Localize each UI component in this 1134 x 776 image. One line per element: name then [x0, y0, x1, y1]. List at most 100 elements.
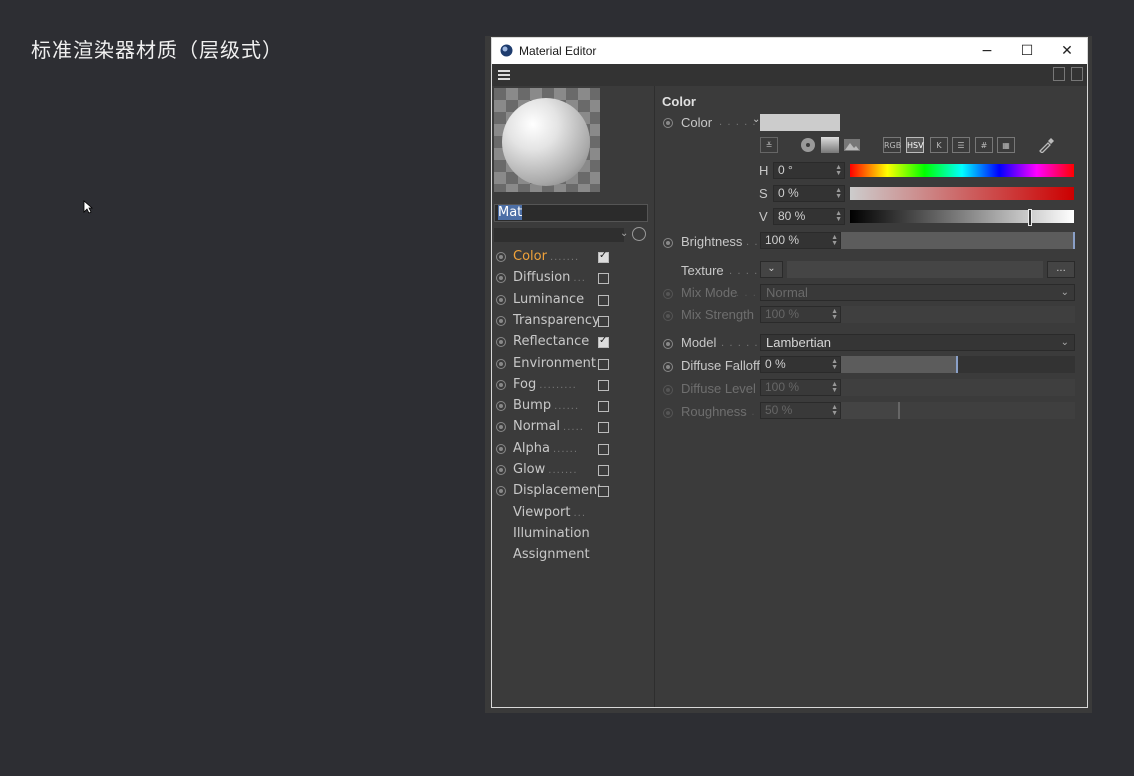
- channel-item[interactable]: Environment: [492, 355, 654, 376]
- texture-menu-button[interactable]: ⌄: [760, 261, 783, 278]
- hamburger-menu-icon[interactable]: [498, 69, 510, 80]
- channel-item[interactable]: Alpha......: [492, 440, 654, 461]
- channel-checkbox[interactable]: [598, 335, 609, 349]
- value-field[interactable]: 80 % ▲ ▼: [773, 208, 845, 225]
- channel-checkbox[interactable]: [598, 358, 609, 370]
- channel-checkbox[interactable]: [598, 486, 609, 498]
- channel-item[interactable]: Glow.......: [492, 461, 654, 482]
- channel-checkbox[interactable]: [598, 379, 609, 391]
- mix-mode-animate-radio: [663, 289, 673, 299]
- chevron-down-icon[interactable]: ⌄: [620, 228, 628, 239]
- channel-animate-radio[interactable]: [496, 422, 506, 433]
- channel-checkbox[interactable]: [598, 401, 609, 413]
- channel-label: Color: [513, 249, 547, 264]
- menu-bar: [492, 64, 1087, 86]
- channel-item[interactable]: Assignment: [492, 546, 654, 567]
- label-dots: . . .: [736, 288, 757, 299]
- brightness-slider[interactable]: [841, 232, 1075, 249]
- model-dropdown[interactable]: Lambertian ⌄: [760, 334, 1075, 351]
- diffuse-falloff-field[interactable]: 0 % ▲ ▼: [760, 356, 841, 373]
- texture-slot[interactable]: [787, 261, 1043, 278]
- swatches-icon[interactable]: ▦: [997, 137, 1015, 153]
- brightness-animate-radio[interactable]: [663, 238, 673, 248]
- channel-label: Diffusion: [513, 270, 571, 286]
- channel-item[interactable]: Bump......: [492, 397, 654, 418]
- channel-checkbox[interactable]: [598, 250, 609, 263]
- channel-checkbox[interactable]: [598, 315, 609, 327]
- channel-checkbox[interactable]: [598, 294, 609, 306]
- hue-field[interactable]: 0 ° ▲ ▼: [773, 162, 845, 179]
- channel-item[interactable]: Illumination: [492, 525, 654, 546]
- saturation-field[interactable]: 0 % ▲ ▼: [773, 185, 845, 202]
- channel-item[interactable]: Color.......: [492, 248, 654, 269]
- kelvin-mode-button[interactable]: K: [930, 137, 948, 153]
- channel-animate-radio[interactable]: [496, 443, 506, 454]
- label-dots: ......: [554, 401, 580, 413]
- channel-animate-radio[interactable]: [496, 294, 506, 305]
- channel-animate-radio[interactable]: [496, 401, 506, 412]
- channel-animate-radio[interactable]: [496, 465, 506, 475]
- channel-checkbox[interactable]: [598, 443, 609, 455]
- channel-checkbox[interactable]: [598, 422, 609, 434]
- hsv-mode-button[interactable]: HSV: [906, 137, 924, 153]
- rgb-mode-button[interactable]: RGB: [883, 137, 901, 153]
- brightness-slider-handle[interactable]: [1073, 232, 1075, 249]
- filter-icon[interactable]: [632, 227, 646, 241]
- mixer-icon[interactable]: ☰: [952, 137, 970, 153]
- texture-browse-button[interactable]: ...: [1047, 261, 1075, 278]
- brightness-field[interactable]: 100 % ▲ ▼: [760, 232, 841, 249]
- channel-checkbox[interactable]: [598, 273, 609, 285]
- color-picker-collapse-icon[interactable]: ≚: [760, 137, 778, 153]
- value-slider[interactable]: [850, 209, 1074, 226]
- saturation-slider[interactable]: [850, 187, 1074, 200]
- diffuse-falloff-animate-radio[interactable]: [663, 362, 673, 372]
- channel-animate-radio[interactable]: [496, 337, 506, 348]
- channel-item[interactable]: Normal.....: [492, 418, 654, 439]
- roughness-slider-handle: [898, 402, 900, 419]
- label-dots: ...: [573, 273, 586, 285]
- eyedropper-icon[interactable]: [1037, 137, 1055, 153]
- channel-item[interactable]: Viewport...: [492, 504, 654, 525]
- channel-item[interactable]: Diffusion...: [492, 269, 654, 290]
- channel-filter-field[interactable]: [494, 228, 624, 242]
- mix-strength-animate-radio: [663, 311, 673, 321]
- material-editor-window: Material Editor − ☐ ✕ Mat ⌄ Color.......…: [491, 37, 1088, 708]
- hue-label: H: [759, 163, 769, 178]
- channel-item[interactable]: Transparency: [492, 312, 654, 333]
- hue-slider[interactable]: [850, 164, 1074, 177]
- roughness-slider: [841, 402, 1075, 419]
- new-window-icon[interactable]: [1071, 67, 1083, 81]
- color-swatch[interactable]: [760, 114, 840, 131]
- hex-mode-button[interactable]: #: [975, 137, 993, 153]
- label-dots: .........: [539, 379, 577, 391]
- texture-label: Texture: [681, 263, 724, 278]
- picture-icon[interactable]: [843, 137, 861, 153]
- channel-animate-radio[interactable]: [496, 252, 506, 262]
- value-slider-handle[interactable]: [1028, 209, 1032, 226]
- channel-animate-radio[interactable]: [496, 486, 506, 497]
- lock-icon[interactable]: [1053, 67, 1065, 81]
- channel-panel: Mat ⌄ Color.......Diffusion...LuminanceT…: [492, 86, 655, 707]
- diffuse-falloff-slider-handle[interactable]: [956, 356, 958, 373]
- color-wheel-icon[interactable]: [799, 137, 817, 153]
- model-animate-radio[interactable]: [663, 339, 673, 349]
- color-animate-radio[interactable]: [663, 118, 673, 128]
- maximize-button[interactable]: ☐: [1007, 38, 1047, 64]
- spectrum-icon[interactable]: [821, 137, 839, 153]
- minimize-button[interactable]: −: [967, 38, 1007, 64]
- channel-animate-radio[interactable]: [496, 315, 506, 326]
- channel-animate-radio[interactable]: [496, 379, 506, 390]
- preview-sphere: [502, 98, 590, 186]
- channel-label: Environment: [513, 355, 597, 371]
- diffuse-falloff-slider[interactable]: [841, 356, 1075, 373]
- channel-animate-radio[interactable]: [496, 273, 506, 284]
- channel-item[interactable]: Luminance: [492, 291, 654, 312]
- material-preview[interactable]: [494, 88, 600, 192]
- channel-item[interactable]: Displacement: [492, 482, 654, 503]
- channel-checkbox[interactable]: [598, 465, 609, 476]
- channel-item[interactable]: Reflectance: [492, 333, 654, 354]
- close-button[interactable]: ✕: [1047, 38, 1087, 64]
- channel-item[interactable]: Fog.........: [492, 376, 654, 397]
- material-name-field[interactable]: Mat: [494, 204, 648, 222]
- channel-animate-radio[interactable]: [496, 358, 506, 369]
